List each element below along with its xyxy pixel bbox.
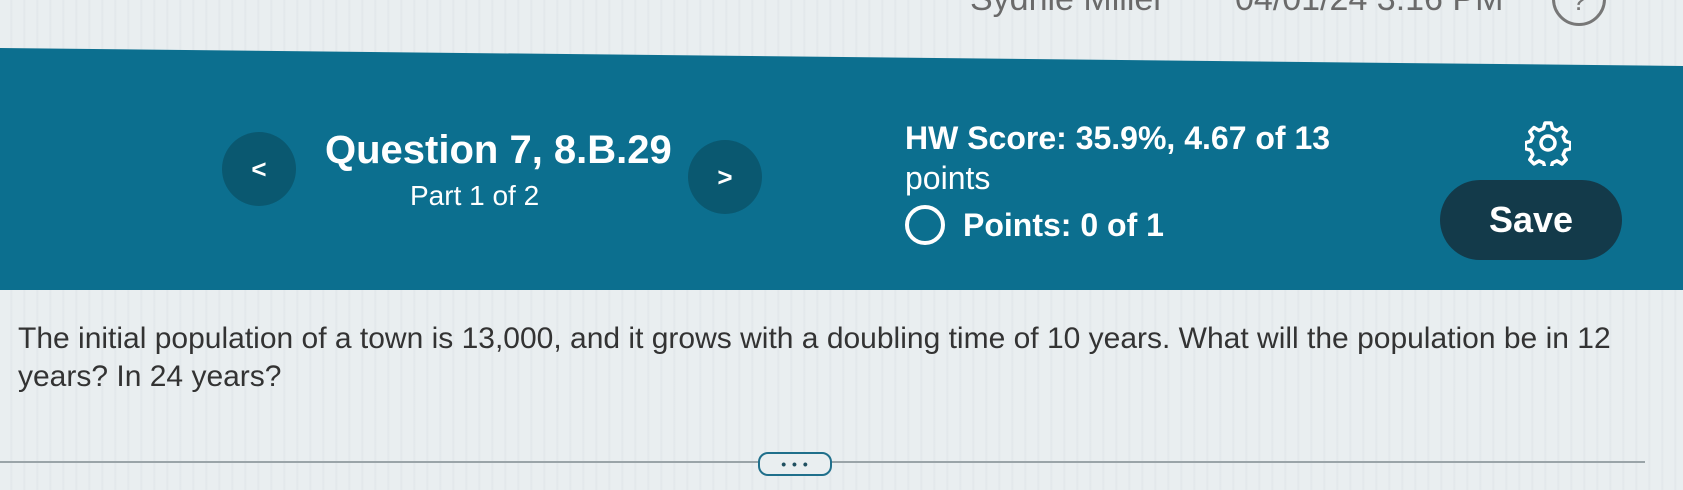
hw-score-suffix: points [905,160,991,196]
status-circle-icon [905,205,945,245]
question-part: Part 1 of 2 [410,180,540,211]
divider-left [0,461,760,463]
save-button[interactable]: Save [1440,180,1622,260]
top-status-bar: Sydnie Miller 04/01/24 3:16 PM ? [0,0,1683,30]
datetime: 04/01/24 3:16 PM [1235,0,1503,19]
hw-score: HW Score: 35.9%, 4.67 of 13 points [905,118,1375,198]
gear-icon[interactable] [1525,120,1571,166]
divider-right [830,461,1645,463]
help-icon[interactable]: ? [1552,0,1606,26]
hw-score-label: HW Score: 35.9%, 4.67 of 13 [905,120,1331,156]
question-title: Question 7, 8.B.29 [325,128,672,172]
question-text: The initial population of a town is 13,0… [18,322,1611,393]
next-question-button[interactable]: > [688,140,762,214]
points-row: Points: 0 of 1 [905,205,1164,245]
user-name: Sydnie Miller [970,0,1165,19]
points-label: Points: 0 of 1 [963,206,1164,243]
expand-more-button[interactable]: • • • [758,452,832,476]
previous-question-button[interactable]: < [222,132,296,206]
